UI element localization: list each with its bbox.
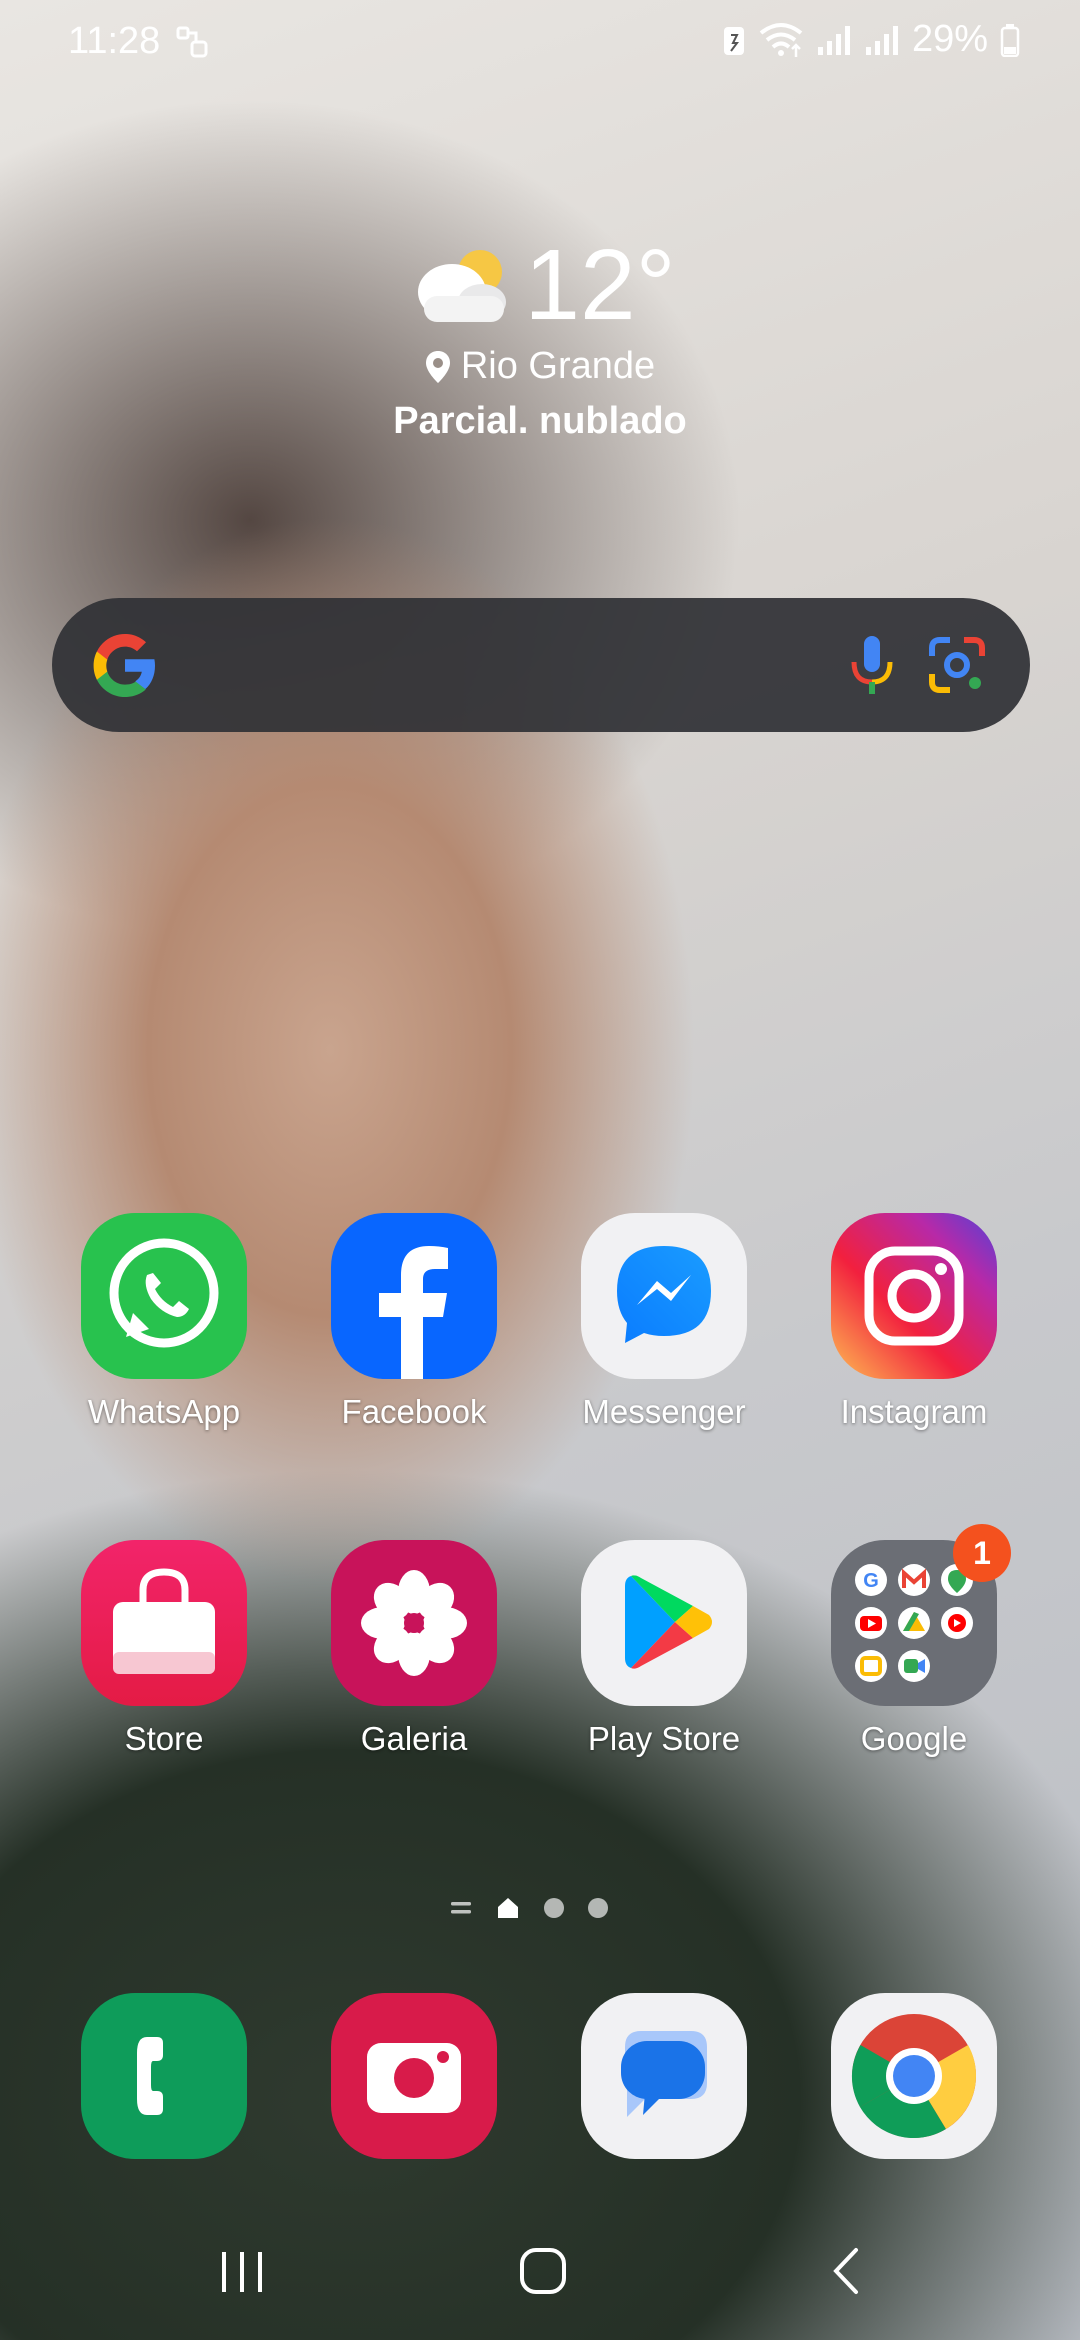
weather-location: Rio Grande — [0, 345, 1080, 388]
home-page-icon[interactable] — [496, 1897, 520, 1919]
svg-text:G: G — [863, 1570, 879, 1592]
app-messenger[interactable]: Messenger — [539, 1213, 789, 1431]
back-icon[interactable] — [826, 2246, 866, 2296]
weather-temperature: 12° — [524, 229, 676, 341]
messenger-icon — [581, 1213, 747, 1379]
google-search-bar[interactable] — [52, 598, 1030, 732]
app-label: Google — [860, 1720, 968, 1757]
app-label: WhatsApp — [87, 1393, 241, 1430]
app-label: Galeria — [360, 1720, 468, 1757]
home-icon[interactable] — [518, 2246, 568, 2296]
signal-icon — [817, 25, 850, 55]
mic-icon[interactable] — [840, 632, 904, 698]
status-time: 11:28 — [68, 20, 161, 62]
app-label: Store — [124, 1720, 204, 1757]
store-icon — [81, 1540, 247, 1706]
signal-icon-2 — [865, 25, 898, 55]
app-facebook[interactable]: Facebook — [289, 1213, 539, 1431]
dock-chrome[interactable] — [789, 1993, 1039, 2159]
status-right-group: 29% — [722, 18, 1020, 61]
app-label: Messenger — [582, 1393, 746, 1430]
app-play-store[interactable]: Play Store — [539, 1540, 789, 1758]
app-store[interactable]: Store — [39, 1540, 289, 1758]
lens-icon[interactable] — [924, 632, 990, 698]
notification-badge: 1 — [953, 1524, 1011, 1582]
dock-camera[interactable] — [289, 1993, 539, 2159]
navigation-bar — [0, 2230, 1080, 2314]
play-store-icon — [581, 1540, 747, 1706]
weather-widget[interactable]: 12° Rio Grande Parcial. nublado — [0, 235, 1080, 443]
partly-cloudy-icon — [418, 250, 507, 322]
app-instagram[interactable]: Instagram — [789, 1213, 1039, 1431]
dock-phone[interactable] — [39, 1993, 289, 2159]
battery-percent: 29% — [911, 18, 988, 60]
battery-saver-icon — [723, 26, 744, 55]
page-indicator[interactable] — [450, 1893, 630, 1923]
page-dot[interactable] — [544, 1898, 564, 1918]
page-dot[interactable] — [588, 1898, 608, 1918]
app-label: Instagram — [840, 1393, 988, 1430]
phone-icon — [81, 1993, 247, 2159]
battery-icon — [1000, 23, 1020, 57]
app-google-folder[interactable]: G 1 Google — [789, 1524, 1039, 1758]
app-label: Facebook — [341, 1393, 487, 1430]
dock-messages[interactable] — [539, 1993, 789, 2159]
wifi-icon — [759, 22, 803, 57]
weather-condition: Parcial. nublado — [393, 400, 687, 442]
location-pin-icon — [425, 350, 450, 383]
whatsapp-icon — [81, 1213, 247, 1379]
facebook-icon — [331, 1213, 497, 1379]
google-folder-icon: G 1 — [831, 1524, 1011, 1706]
app-label: Play Store — [587, 1720, 741, 1757]
weather-location-text: Rio Grande — [460, 345, 656, 387]
menu-page-icon[interactable] — [450, 1899, 472, 1917]
notification-icon — [176, 26, 208, 58]
recents-icon[interactable] — [218, 2248, 268, 2296]
app-whatsapp[interactable]: WhatsApp — [39, 1213, 289, 1431]
google-logo — [93, 634, 155, 697]
camera-icon — [331, 1993, 497, 2159]
messages-icon — [581, 1993, 747, 2159]
gallery-icon — [331, 1540, 497, 1706]
status-bar: 11:28 29% — [0, 0, 1080, 90]
app-galeria[interactable]: Galeria — [289, 1540, 539, 1758]
chrome-icon — [831, 1993, 997, 2159]
instagram-icon — [831, 1213, 997, 1379]
